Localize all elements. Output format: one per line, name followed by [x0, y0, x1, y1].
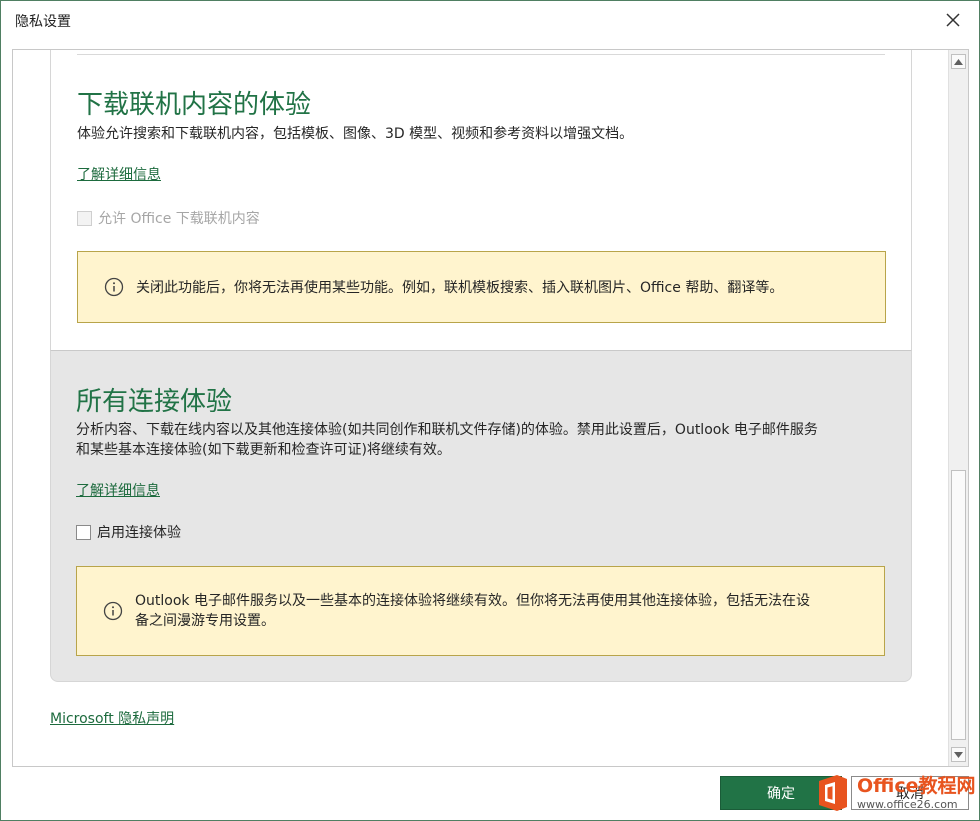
enable-connected-experiences-label: 启用连接体验 — [97, 522, 181, 542]
close-icon — [941, 8, 965, 32]
allow-download-online-content-row[interactable]: 允许 Office 下载联机内容 — [77, 208, 260, 228]
online-content-card: 下载联机内容的体验 体验允许搜索和下载联机内容，包括模板、图像、3D 模型、视频… — [50, 50, 912, 350]
description-line-2: 和某些基本连接体验(如下载更新和检查许可证)将继续有效。 — [76, 440, 818, 460]
info-icon — [103, 601, 123, 621]
notice-connected-experiences: Outlook 电子邮件服务以及一些基本的连接体验将继续有效。但你将无法再使用其… — [76, 566, 885, 656]
chevron-down-icon — [954, 752, 963, 758]
learn-more-link-connected-experiences[interactable]: 了解详细信息 — [76, 480, 160, 500]
watermark-brand: Office教程网 — [857, 777, 976, 796]
allow-download-online-content-label: 允许 Office 下载联机内容 — [98, 208, 260, 228]
title-bar: 隐私设置 — [1, 1, 979, 39]
scroll-thumb[interactable] — [951, 470, 966, 740]
description-line-1: 分析内容、下载在线内容以及其他连接体验(如共同创作和联机文件存储)的体验。禁用此… — [76, 420, 818, 440]
scroll-down-button[interactable] — [951, 747, 966, 762]
enable-connected-experiences-checkbox[interactable] — [76, 525, 91, 540]
info-icon — [104, 277, 124, 297]
section-description-online-content: 体验允许搜索和下载联机内容，包括模板、图像、3D 模型、视频和参考资料以增强文档… — [77, 124, 633, 144]
allow-download-online-content-checkbox[interactable] — [77, 211, 92, 226]
scroll-up-button[interactable] — [951, 54, 966, 69]
scroll-content-area[interactable]: 下载联机内容的体验 体验允许搜索和下载联机内容，包括模板、图像、3D 模型、视频… — [12, 49, 969, 767]
notice-line-1: Outlook 电子邮件服务以及一些基本的连接体验将继续有效。但你将无法再使用其… — [135, 591, 810, 611]
notice-line-2: 备之间漫游专用设置。 — [135, 611, 810, 631]
notice-text-connected-experiences: Outlook 电子邮件服务以及一些基本的连接体验将继续有效。但你将无法再使用其… — [135, 591, 810, 631]
section-title-online-content: 下载联机内容的体验 — [77, 84, 311, 121]
watermark: Office教程网 www.office26.com — [813, 769, 977, 817]
connected-experiences-card: 所有连接体验 分析内容、下载在线内容以及其他连接体验(如共同创作和联机文件存储)… — [50, 350, 912, 682]
learn-more-link-online-content[interactable]: 了解详细信息 — [77, 164, 161, 184]
notice-text-online-content: 关闭此功能后，你将无法再使用某些功能。例如，联机模板搜索、插入联机图片、Offi… — [136, 277, 783, 297]
watermark-url: www.office26.com — [857, 799, 976, 810]
close-button[interactable] — [941, 8, 965, 32]
divider — [77, 54, 885, 55]
dialog-title: 隐私设置 — [15, 11, 71, 31]
notice-online-content: 关闭此功能后，你将无法再使用某些功能。例如，联机模板搜索、插入联机图片、Offi… — [77, 251, 886, 323]
microsoft-privacy-statement-link[interactable]: Microsoft 隐私声明 — [50, 708, 174, 728]
privacy-settings-dialog: 隐私设置 下载联机内容的体验 体验允许搜索和下载联机内容，包括模板、图像、3D … — [0, 0, 980, 821]
office-logo-icon — [813, 773, 853, 813]
enable-connected-experiences-row[interactable]: 启用连接体验 — [76, 522, 181, 542]
section-title-connected-experiences: 所有连接体验 — [76, 381, 232, 418]
section-description-connected-experiences: 分析内容、下载在线内容以及其他连接体验(如共同创作和联机文件存储)的体验。禁用此… — [76, 420, 818, 460]
vertical-scrollbar[interactable] — [948, 50, 968, 766]
chevron-up-icon — [954, 59, 963, 65]
